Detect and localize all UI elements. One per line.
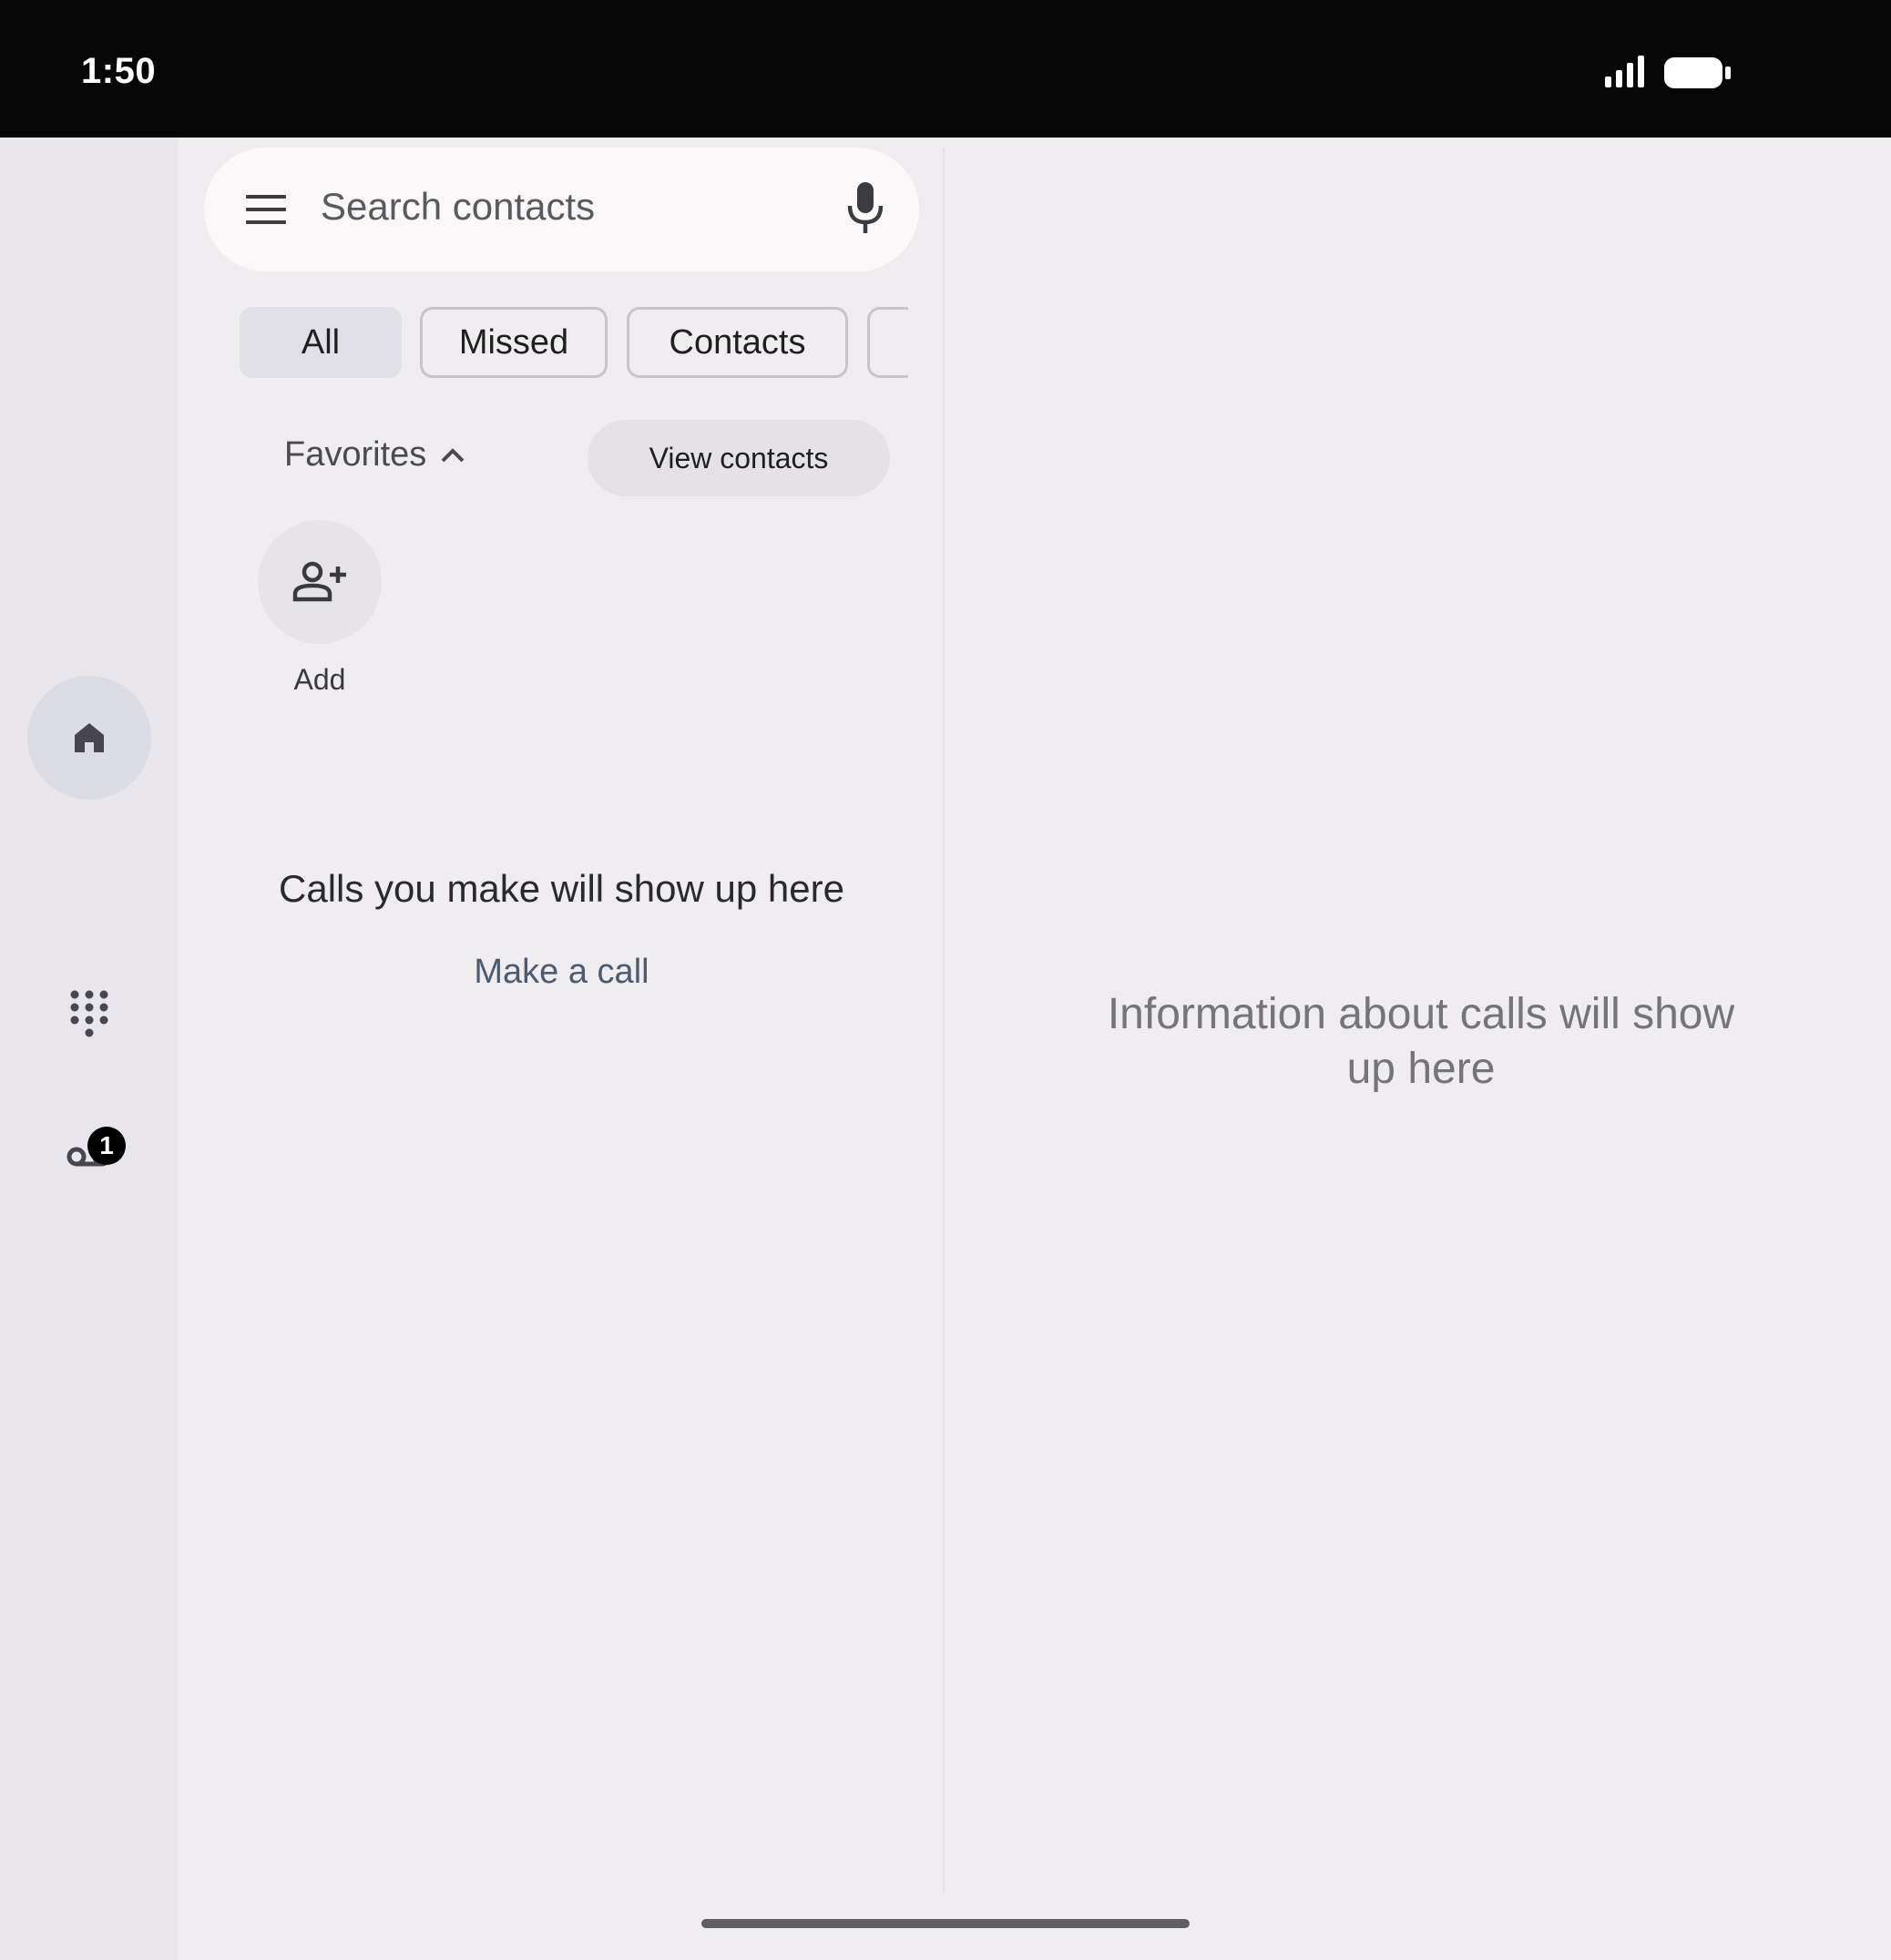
- mic-icon[interactable]: [843, 180, 887, 237]
- make-a-call-button[interactable]: Make a call: [204, 953, 919, 992]
- filter-chip-contacts[interactable]: Contacts: [627, 307, 848, 378]
- voicemail-badge: 1: [87, 1127, 126, 1165]
- signal-icon: [1605, 56, 1644, 87]
- favorites-label: Favorites: [284, 435, 427, 474]
- dialpad-icon: [70, 990, 108, 1037]
- nav-keypad-button[interactable]: [27, 954, 151, 1078]
- add-favorite-button[interactable]: [258, 520, 382, 644]
- detail-pane-placeholder: Information about calls will show up her…: [1107, 990, 1735, 1093]
- pane-divider: [943, 148, 945, 1892]
- filter-chip-missed[interactable]: Missed: [420, 307, 608, 378]
- add-favorite-label: Add: [293, 663, 346, 696]
- favorites-toggle[interactable]: Favorites: [284, 435, 466, 475]
- home-indicator[interactable]: [701, 1919, 1190, 1928]
- status-bar: 1:50: [0, 0, 1891, 138]
- filter-chip-all[interactable]: All: [240, 307, 402, 378]
- status-time: 1:50: [81, 51, 157, 91]
- filter-chip-more[interactable]: [867, 307, 908, 378]
- filter-chips: All Missed Contacts: [240, 307, 908, 378]
- menu-icon[interactable]: [244, 193, 288, 226]
- battery-icon: [1664, 57, 1731, 88]
- search-input[interactable]: Search contacts: [321, 185, 595, 229]
- empty-call-log-message: Calls you make will show up here: [279, 867, 844, 910]
- person-add-icon: [292, 561, 346, 602]
- home-icon: [75, 723, 104, 752]
- call-list-pane: [178, 138, 943, 1960]
- chevron-up-icon: [441, 447, 465, 462]
- nav-home-button[interactable]: [27, 676, 151, 800]
- view-contacts-button[interactable]: View contacts: [588, 420, 890, 496]
